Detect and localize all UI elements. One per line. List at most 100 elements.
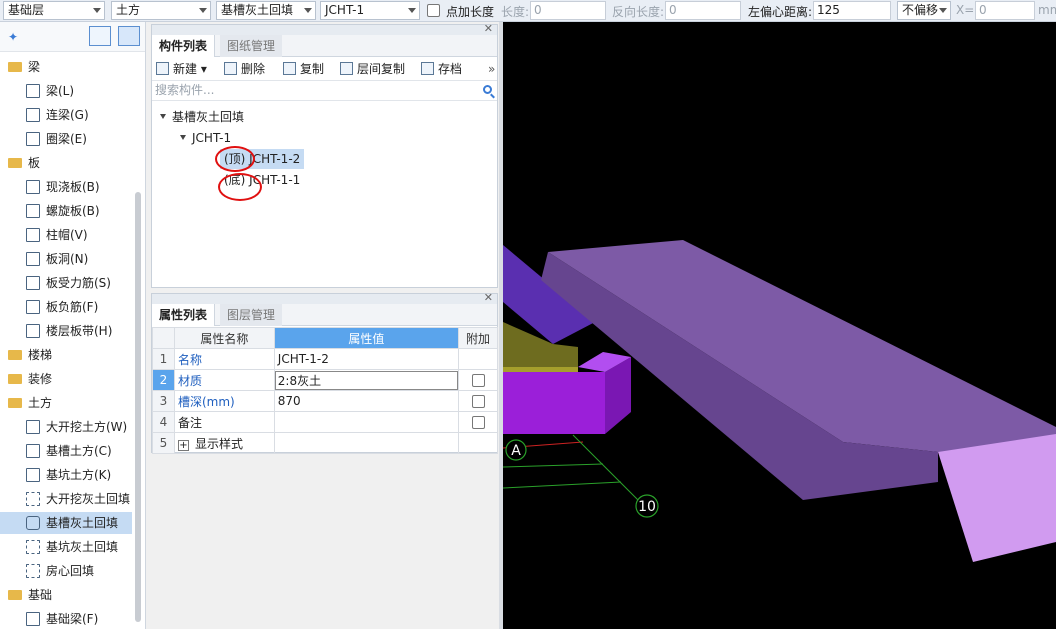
nav-item-slab-hole[interactable]: 板洞(N) bbox=[0, 248, 132, 270]
nav-item-pit-earthwork[interactable]: 基坑土方(K) bbox=[0, 464, 132, 486]
search-input[interactable]: 搜索构件... bbox=[155, 83, 214, 97]
nav-category-earthwork[interactable]: 土方 bbox=[0, 392, 132, 414]
nav-category-stairs[interactable]: 楼梯 bbox=[0, 344, 132, 366]
property-value[interactable] bbox=[273, 432, 460, 454]
table-row[interactable]: 4 备注 bbox=[152, 411, 498, 433]
table-row[interactable]: 2 材质 2:8灰土 bbox=[152, 369, 498, 391]
nav-category-label: 梁 bbox=[28, 60, 41, 74]
annotation-circle bbox=[218, 173, 262, 201]
nav-item-floor-strip[interactable]: 楼层板带(H) bbox=[0, 320, 132, 342]
length-input[interactable]: 0 bbox=[530, 1, 606, 20]
floor-copy-button[interactable]: 层间复制 bbox=[340, 60, 405, 78]
extra-checkbox[interactable] bbox=[471, 394, 485, 408]
nav-item-label: 现浇板(B) bbox=[46, 180, 100, 194]
table-row[interactable]: 3 槽深(mm) 870 bbox=[152, 390, 498, 412]
folder-icon bbox=[8, 157, 22, 168]
nav-item-slab-rebar[interactable]: 板受力筋(S) bbox=[0, 272, 132, 294]
copy-button[interactable]: 复制 bbox=[283, 60, 324, 78]
nav-category-foundation[interactable]: 基础 bbox=[0, 584, 132, 606]
search-icon[interactable] bbox=[483, 85, 492, 94]
copy-icon bbox=[283, 62, 296, 75]
nav-item-foundation-beam[interactable]: 基础梁(F) bbox=[0, 608, 132, 629]
left-offset-input[interactable]: 125 bbox=[813, 1, 891, 20]
nav-item-slab-neg-rebar[interactable]: 板负筋(F) bbox=[0, 296, 132, 318]
nav-item-spiral-slab[interactable]: 螺旋板(B) bbox=[0, 200, 132, 222]
tree-child[interactable]: JCHT-1 bbox=[180, 128, 231, 148]
viewport-3d[interactable]: A 10 bbox=[503, 22, 1056, 629]
list-view-icon[interactable] bbox=[89, 26, 111, 46]
table-row[interactable]: 1 名称 JCHT-1-2 bbox=[152, 348, 498, 370]
tab-component-list[interactable]: 构件列表 bbox=[152, 35, 216, 57]
nav-category-decoration[interactable]: 装修 bbox=[0, 368, 132, 390]
row-number: 2 bbox=[152, 369, 175, 391]
expand-icon[interactable] bbox=[180, 135, 186, 140]
property-value[interactable] bbox=[273, 411, 460, 433]
property-name: 备注 bbox=[173, 411, 275, 433]
type-select[interactable]: 基槽灰土回填 bbox=[216, 1, 316, 20]
property-name: 显示样式 bbox=[194, 436, 243, 451]
offset-select[interactable]: 不偏移 bbox=[897, 1, 951, 20]
property-panel: ✕ 属性列表 图层管理 属性名称 属性值 附加 1 名称 JCHT-1-2 2 … bbox=[151, 291, 498, 454]
component-toolbar: 新建 ▾ 删除 复制 层间复制 存档 » bbox=[152, 57, 497, 81]
nav-item-open-excavation[interactable]: 大开挖土方(W) bbox=[0, 416, 132, 438]
extra-checkbox[interactable] bbox=[471, 373, 485, 387]
nav-category-slab[interactable]: 板 bbox=[0, 152, 132, 174]
more-icon[interactable]: » bbox=[488, 60, 495, 78]
floor-copy-label: 层间复制 bbox=[357, 62, 406, 76]
property-name-cell[interactable]: + 显示样式 bbox=[173, 432, 275, 454]
expand-plus-icon[interactable]: + bbox=[177, 439, 189, 451]
nav-item-trench-backfill[interactable]: 基槽灰土回填 bbox=[0, 512, 132, 534]
nav-category-beam[interactable]: 梁 bbox=[0, 56, 132, 78]
property-value[interactable]: JCHT-1-2 bbox=[273, 348, 460, 370]
tab-property-list[interactable]: 属性列表 bbox=[152, 304, 216, 326]
extra-cell bbox=[458, 369, 498, 391]
tree-root[interactable]: 基槽灰土回填 bbox=[160, 107, 244, 127]
delete-button[interactable]: 删除 bbox=[224, 60, 265, 78]
nav-item-label: 板受力筋(S) bbox=[46, 276, 111, 290]
delete-icon bbox=[224, 62, 237, 75]
component-select[interactable]: JCHT-1 bbox=[320, 1, 420, 20]
nav-item-ring-beam[interactable]: 圈梁(E) bbox=[0, 128, 132, 150]
chevron-down-icon bbox=[408, 8, 416, 13]
nav-item-open-backfill[interactable]: 大开挖灰土回填 bbox=[0, 488, 132, 510]
layer-select[interactable]: 基础层 bbox=[3, 1, 105, 20]
nav-item-cast-slab[interactable]: 现浇板(B) bbox=[0, 176, 132, 198]
nav-item-trench-earthwork[interactable]: 基槽土方(C) bbox=[0, 440, 132, 462]
x-input[interactable]: 0 bbox=[975, 1, 1035, 20]
row-number: 3 bbox=[152, 390, 175, 412]
property-value[interactable]: 2:8灰土 bbox=[273, 369, 460, 391]
nav-item-coupling-beam[interactable]: 连梁(G) bbox=[0, 104, 132, 126]
category-select[interactable]: 土方 bbox=[111, 1, 211, 20]
tab-drawing-manage[interactable]: 图纸管理 bbox=[220, 35, 283, 57]
pin-icon[interactable]: ✦ bbox=[8, 30, 18, 44]
close-icon[interactable]: ✕ bbox=[484, 291, 493, 304]
folder-icon bbox=[8, 397, 22, 408]
archive-button[interactable]: 存档 bbox=[421, 60, 462, 78]
panel-titlebar: ✕ bbox=[152, 22, 497, 35]
nav-item-room-backfill[interactable]: 房心回填 bbox=[0, 560, 132, 582]
nav-item-beam[interactable]: 梁(L) bbox=[0, 80, 132, 102]
detail-view-icon[interactable] bbox=[118, 26, 140, 46]
nav-item-label: 房心回填 bbox=[46, 564, 95, 578]
expand-icon[interactable] bbox=[160, 114, 166, 119]
reverse-length-input[interactable]: 0 bbox=[665, 1, 741, 20]
new-button[interactable]: 新建 ▾ bbox=[156, 60, 207, 78]
property-name: 槽深(mm) bbox=[173, 390, 275, 412]
slab-icon bbox=[26, 179, 40, 194]
property-value[interactable]: 870 bbox=[273, 390, 460, 412]
nav-item-label: 圈梁(E) bbox=[46, 132, 87, 146]
nav-item-pit-backfill[interactable]: 基坑灰土回填 bbox=[0, 536, 132, 558]
room-backfill-icon bbox=[26, 563, 40, 578]
extra-checkbox[interactable] bbox=[471, 415, 485, 429]
nav-item-label: 基槽土方(C) bbox=[46, 444, 112, 458]
close-icon[interactable]: ✕ bbox=[484, 22, 493, 35]
component-search[interactable]: 搜索构件... bbox=[152, 81, 497, 101]
tab-layer-manage[interactable]: 图层管理 bbox=[220, 304, 283, 326]
nav-scrollbar[interactable] bbox=[135, 192, 141, 622]
component-select-value: JCHT-1 bbox=[325, 3, 365, 17]
row-number: 5 bbox=[152, 432, 175, 454]
beam-icon bbox=[26, 83, 40, 98]
nav-item-column-cap[interactable]: 柱帽(V) bbox=[0, 224, 132, 246]
table-row[interactable]: 5 + 显示样式 bbox=[152, 432, 498, 454]
add-length-checkbox[interactable] bbox=[427, 4, 440, 17]
